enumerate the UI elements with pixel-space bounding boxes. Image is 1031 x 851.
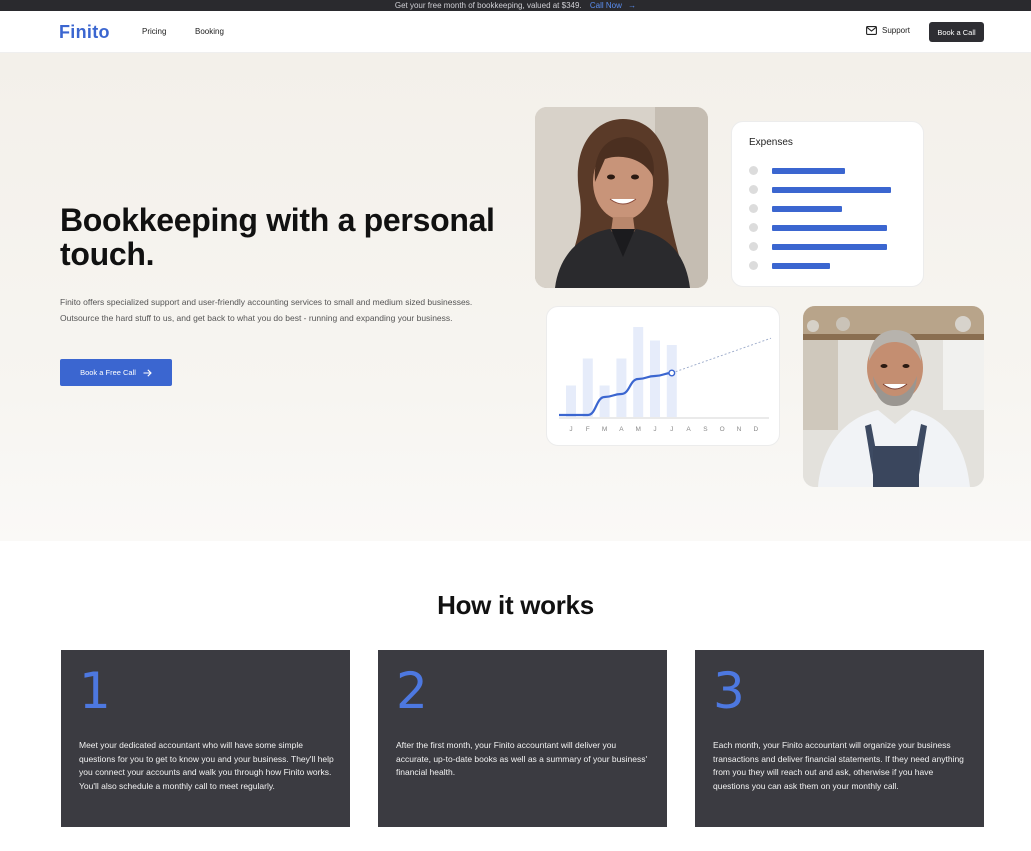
chart-bar: [633, 327, 644, 417]
step-card-3: 3 Each month, your Finito accountant wil…: [695, 650, 984, 827]
expense-dot: [749, 242, 758, 251]
chart-bar: [666, 345, 677, 417]
step-description: Meet your dedicated accountant who will …: [79, 740, 334, 791]
chart-point: [668, 369, 676, 377]
expense-bar: [772, 206, 842, 212]
chart-tick-label: M: [635, 426, 640, 433]
step-card-1: 1 Meet your dedicated accountant who wil…: [61, 650, 350, 827]
announcement-bar: Get your free month of bookkeeping, valu…: [0, 0, 1031, 11]
expense-dot: [749, 261, 758, 270]
book-free-call-label: Book a Free Call: [80, 368, 136, 377]
arrow-right-icon: →: [628, 1, 637, 10]
expense-dot: [749, 223, 758, 232]
hero-description: Finito offers specialized support and us…: [60, 297, 473, 323]
expenses-card: Expenses: [731, 121, 924, 287]
support-label: Support: [882, 26, 911, 35]
expense-dot: [749, 185, 758, 194]
chart-bar: [616, 358, 627, 417]
chart-bar: [599, 385, 610, 417]
expense-dot: [749, 166, 758, 175]
expense-bar: [772, 168, 845, 174]
book-a-call-button[interactable]: Book a Call: [929, 22, 984, 42]
chart-tick-label: M: [602, 426, 607, 433]
expense-dot: [749, 204, 758, 213]
how-it-works-title: How it works: [437, 590, 594, 620]
mail-icon: [866, 26, 877, 35]
expense-bar: [772, 225, 887, 231]
nav-link-pricing[interactable]: Pricing: [142, 27, 166, 36]
step-number: 1: [79, 662, 111, 720]
chart-bar: [582, 358, 593, 417]
chart-tick-label: J: [653, 426, 656, 433]
chart-tick-label: N: [737, 426, 742, 433]
chart-tick-label: D: [753, 426, 758, 433]
announcement-call-link[interactable]: Call Now: [590, 1, 622, 10]
chart-projection: [671, 337, 772, 374]
step-number: 3: [713, 662, 745, 720]
chart-tick-label: A: [686, 426, 691, 433]
accountant-woman-photo: [535, 107, 708, 288]
chart-bar: [650, 340, 660, 417]
chart-tick-label: O: [720, 426, 725, 433]
hero-title: Bookkeeping with a personal touch.: [60, 202, 495, 272]
announcement-text: Get your free month of bookkeeping, valu…: [394, 1, 582, 10]
revenue-chart: JFMAMJJASOND: [558, 327, 772, 433]
expense-bar: [772, 244, 887, 250]
nav-link-booking[interactable]: Booking: [195, 27, 224, 36]
step-number: 2: [396, 662, 428, 720]
chart-tick-label: J: [569, 426, 572, 433]
hero-section: Bookkeeping with a personal touch. Finit…: [0, 53, 1031, 541]
expenses-title: Expenses: [749, 137, 793, 148]
chart-tick-label: J: [670, 426, 673, 433]
chart-tick-label: F: [586, 426, 590, 433]
business-owner-photo: [803, 306, 984, 487]
chart-tick-label: S: [703, 426, 708, 433]
step-description: Each month, your Finito accountant will …: [713, 740, 964, 791]
logo[interactable]: Finito: [59, 22, 110, 43]
step-card-2: 2 After the first month, your Finito acc…: [378, 650, 667, 827]
revenue-chart-card: JFMAMJJASOND: [546, 306, 780, 446]
expense-bar: [772, 187, 891, 193]
arrow-right-icon: [143, 368, 152, 377]
book-free-call-button[interactable]: Book a Free Call: [60, 359, 172, 386]
expense-bar: [772, 263, 830, 269]
chart-tick-label: A: [619, 426, 624, 433]
step-description: After the first month, your Finito accou…: [396, 740, 648, 777]
top-nav: Finito Pricing Booking Support Book a Ca…: [0, 11, 1031, 53]
chart-bar: [566, 385, 576, 417]
support-link[interactable]: Support: [866, 26, 910, 35]
